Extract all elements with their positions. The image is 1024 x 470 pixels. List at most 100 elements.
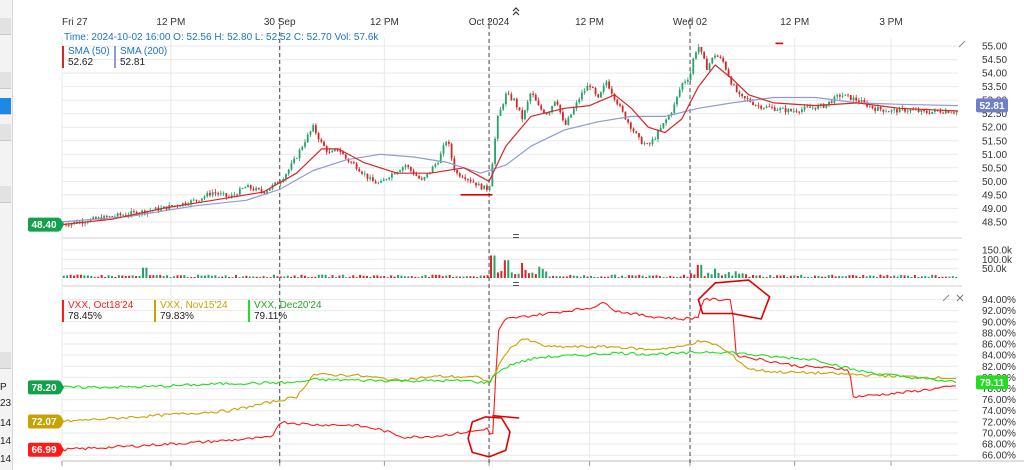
pane-resize-handle-icon[interactable] [513, 234, 519, 238]
candle-body [608, 81, 611, 89]
candle-body [488, 186, 491, 191]
candle-body [206, 192, 209, 197]
volume-bar [527, 273, 530, 278]
candle-body [295, 158, 298, 160]
candle-body [811, 107, 814, 109]
volume-bar [500, 270, 503, 278]
time-tick-label: 12 PM [780, 17, 809, 28]
price-tag-label: 78.20 [31, 383, 56, 394]
volume-bar [707, 272, 710, 278]
volume-bar [193, 276, 196, 278]
volume-bar [90, 276, 93, 278]
volume-bar [865, 276, 868, 278]
candle-body [857, 100, 860, 103]
candle-body [244, 187, 247, 189]
volume-bar [755, 275, 758, 278]
candle-body [784, 107, 787, 113]
candle-body [809, 106, 811, 108]
candle-body [600, 91, 602, 98]
candle-body [860, 100, 863, 103]
volume-bar [652, 275, 655, 278]
volume-bar [851, 274, 854, 278]
candle-body [581, 92, 583, 100]
volume-bar [748, 276, 751, 278]
candle-body [676, 96, 678, 105]
candle-body [467, 179, 469, 180]
volume-bar [210, 275, 213, 278]
candle-body [765, 106, 768, 108]
volume-bar [241, 276, 244, 278]
candle-body [249, 185, 252, 189]
volume-bar [138, 276, 141, 278]
volume-bar [434, 274, 437, 278]
candle-body [950, 112, 953, 114]
candle-body [317, 133, 320, 140]
time-tick-label: 12 PM [575, 17, 604, 28]
candle-body [915, 109, 917, 111]
expand-pane-icon[interactable] [942, 294, 950, 302]
ohlc-high: 52.80 [227, 32, 253, 43]
volume-bar [938, 276, 941, 278]
volume-bar [793, 275, 796, 278]
volume-bar [224, 275, 227, 278]
candle-body [646, 143, 649, 145]
candle-body [192, 199, 195, 201]
volume-bar [69, 274, 72, 278]
chart-canvas[interactable]: 55.0054.5054.0053.5053.0052.5052.0051.50… [0, 0, 1024, 470]
double-chevron-up-icon[interactable] [512, 7, 520, 16]
volume-bar [248, 276, 251, 278]
volume-bar [459, 276, 462, 278]
candle-body [836, 95, 839, 97]
volume-bar [879, 274, 882, 278]
candle-body [382, 179, 385, 182]
volume-bar [155, 275, 158, 278]
volume-bar [751, 274, 754, 278]
candle-body [458, 173, 461, 177]
candle-body [241, 188, 244, 190]
volume-bar [624, 277, 627, 278]
volume-bar [655, 275, 658, 278]
legend-vxx-dec[interactable]: VXX, Dec20'24 79.11% [248, 300, 322, 322]
candle-body [874, 108, 877, 111]
candle-body [133, 211, 135, 212]
price-y-tick-label: 51.00 [982, 150, 1007, 161]
legend-sma200[interactable]: SMA (200) 52.81 [114, 46, 167, 68]
legend-vxx-nov[interactable]: VXX, Nov15'24 79.83% [154, 300, 228, 322]
volume-bar [135, 275, 138, 278]
volume-bar [503, 260, 506, 278]
volume-bar [148, 275, 151, 278]
volume-bar [517, 273, 520, 278]
price-tag-label: 79.11 [980, 378, 1005, 389]
volume-bar [910, 276, 913, 278]
volume-bar [782, 275, 785, 278]
volume-bar [428, 277, 431, 278]
chevron-stroke [512, 11, 520, 16]
volume-bar [614, 274, 617, 278]
legend-vxx-oct[interactable]: VXX, Oct18'24 78.45% [62, 300, 133, 322]
volume-bar [727, 272, 730, 278]
volume-bar [741, 273, 744, 278]
expand-pane-icon[interactable] [958, 40, 966, 48]
vxx-y-tick-label: 84.00% [982, 351, 1016, 362]
vxx-y-tick-label: 72.00% [982, 417, 1016, 428]
candle-body [556, 101, 559, 105]
pane-resize-handle-icon[interactable] [513, 282, 519, 286]
volume-bar [421, 276, 424, 278]
volume-bar [796, 275, 799, 278]
candle-body [358, 168, 361, 172]
candle-body [627, 119, 630, 123]
volume-bar [824, 276, 827, 278]
volume-bar [352, 275, 355, 278]
candle-body [355, 163, 358, 169]
close-pane-icon[interactable] [956, 294, 964, 302]
volume-bar [386, 277, 389, 278]
volume-bar [266, 277, 269, 278]
candle-body [719, 56, 722, 59]
volume-bar [689, 273, 692, 278]
candle-body [912, 109, 915, 111]
candle-body [532, 93, 534, 96]
volume-bar [276, 276, 279, 278]
volume-bar [310, 276, 313, 278]
legend-sma50[interactable]: SMA (50) 52.62 [62, 46, 110, 68]
volume-bar [469, 276, 472, 278]
